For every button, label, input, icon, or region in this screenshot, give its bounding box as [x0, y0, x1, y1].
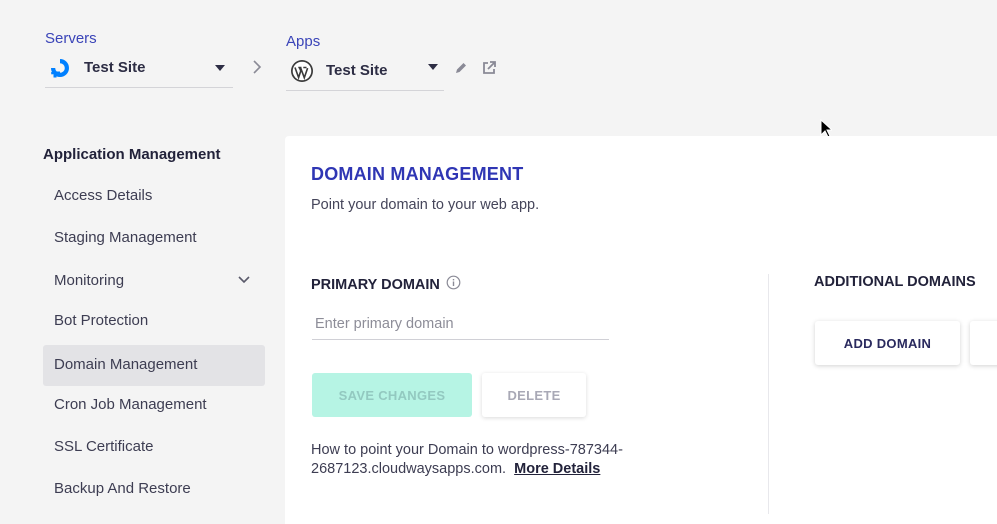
sidebar-item-domain-management[interactable]: Domain Management: [43, 345, 265, 386]
sidebar-item-backup-and-restore[interactable]: Backup And Restore: [43, 469, 265, 509]
section-divider: [768, 274, 769, 514]
sidebar-item-label: Cron Job Management: [54, 396, 207, 413]
apps-crumb: Apps Test Site: [286, 33, 444, 91]
delete-button[interactable]: DELETE: [482, 373, 586, 417]
chevron-down-icon[interactable]: [215, 64, 225, 71]
sidebar-item-access-details[interactable]: Access Details: [43, 176, 265, 216]
apps-selected: Test Site: [326, 62, 388, 79]
info-icon[interactable]: [446, 275, 461, 294]
sidebar-item-label: Staging Management: [54, 229, 197, 246]
sidebar-item-label: Monitoring: [54, 272, 125, 289]
page-title: DOMAIN MANAGEMENT: [311, 164, 524, 184]
sidebar-item-ssl-certificate[interactable]: SSL Certificate: [43, 427, 265, 467]
more-details-link[interactable]: More Details: [514, 461, 600, 477]
sidebar-item-bot-protection[interactable]: Bot Protection: [43, 301, 265, 341]
chevron-down-icon[interactable]: [237, 261, 251, 301]
primary-domain-input[interactable]: [312, 308, 609, 340]
wordpress-icon: [290, 59, 314, 83]
page-subtitle: Point your domain to your web app.: [311, 197, 540, 213]
digitalocean-icon: [48, 56, 72, 80]
sidebar-item-label: SSL Certificate: [54, 438, 154, 455]
external-link-icon[interactable]: [481, 60, 497, 76]
additional-domains-label: ADDITIONAL DOMAINS: [814, 274, 976, 290]
pencil-icon[interactable]: [454, 61, 470, 77]
save-changes-button[interactable]: SAVE CHANGES: [312, 373, 472, 417]
help-text: How to point your Domain to wordpress-78…: [311, 441, 711, 479]
apps-select[interactable]: Test Site: [286, 51, 444, 91]
primary-domain-label-text: PRIMARY DOMAIN: [311, 276, 440, 293]
secondary-button[interactable]: [970, 321, 997, 365]
chevron-right-icon: [252, 60, 262, 79]
sidebar-item-staging-management[interactable]: Staging Management: [43, 218, 265, 258]
sidebar-item-cron-job-management[interactable]: Cron Job Management: [43, 385, 265, 425]
sidebar-item-label: Domain Management: [54, 356, 198, 373]
chevron-down-icon[interactable]: [428, 64, 438, 70]
servers-select[interactable]: Test Site: [45, 48, 233, 88]
sidebar-item-label: Bot Protection: [54, 312, 149, 329]
sidebar-item-monitoring[interactable]: Monitoring: [43, 261, 265, 301]
domain-management-panel: DOMAIN MANAGEMENT Point your domain to y…: [285, 136, 997, 524]
sidebar-title: Application Management: [43, 146, 221, 163]
add-domain-button[interactable]: ADD DOMAIN: [815, 321, 960, 365]
sidebar-item-label: Backup And Restore: [54, 480, 191, 497]
apps-label: Apps: [286, 33, 321, 50]
sidebar-item-label: Access Details: [54, 187, 153, 204]
servers-crumb: Servers Test Site: [45, 30, 233, 88]
servers-selected: Test Site: [84, 59, 146, 76]
primary-domain-label: PRIMARY DOMAIN: [311, 275, 461, 294]
servers-label: Servers: [45, 30, 97, 47]
